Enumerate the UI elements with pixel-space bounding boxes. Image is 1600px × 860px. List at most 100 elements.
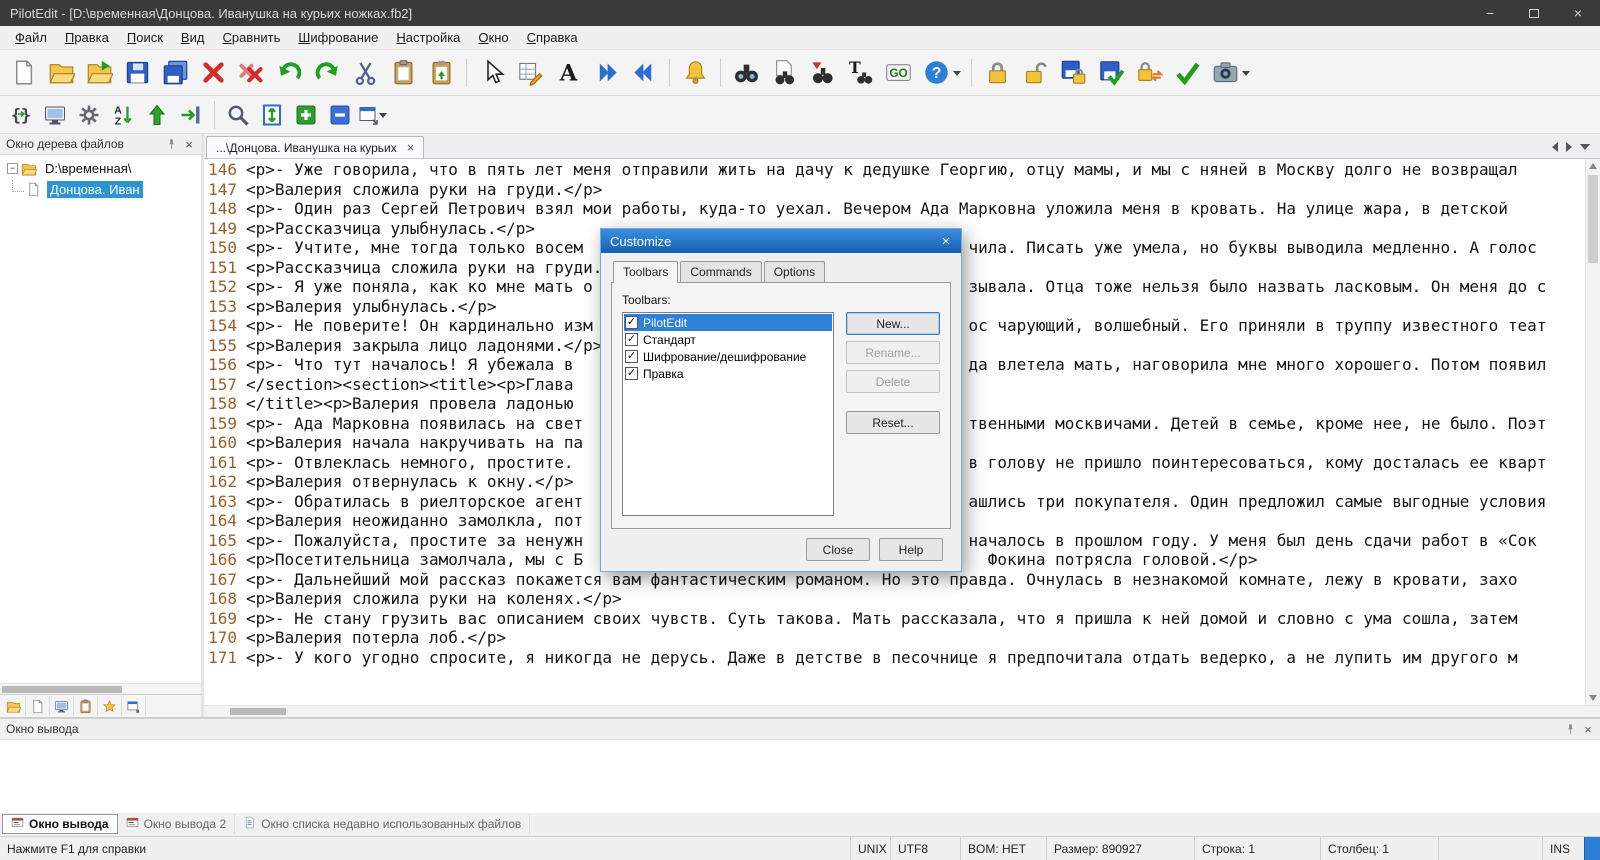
- format-text-button[interactable]: {}: [4, 100, 38, 130]
- toolbar-list-item[interactable]: ✓ Правка: [624, 365, 832, 382]
- tab-close-icon[interactable]: ×: [407, 140, 415, 155]
- editor-line[interactable]: 147 <p>Валерия сложила руки на груди.</p>: [204, 180, 1585, 200]
- close-panel-icon[interactable]: ×: [1579, 721, 1597, 737]
- editor-line[interactable]: 167 <p>- Дальнейший мой рассказ покажется…: [204, 570, 1585, 590]
- toolbar-list-item[interactable]: ✓ Шифрование/дешифрование: [624, 348, 832, 365]
- encrypt-file-button[interactable]: [978, 54, 1016, 92]
- tree-root-folder[interactable]: − D:\временная\: [4, 158, 201, 179]
- find-button[interactable]: [727, 54, 765, 92]
- close-window-button[interactable]: ×: [1556, 0, 1600, 26]
- menu-help[interactable]: Справка: [518, 27, 587, 48]
- copy-button[interactable]: [384, 54, 422, 92]
- file-monitor-button[interactable]: [38, 100, 72, 130]
- output-tab-1[interactable]: Окно вывода: [2, 814, 118, 834]
- dialog-help-button[interactable]: Help: [879, 538, 943, 561]
- dialog-close-button[interactable]: Close: [806, 538, 870, 561]
- undo-button[interactable]: [270, 54, 308, 92]
- scrollbar-thumb[interactable]: [1588, 175, 1598, 263]
- dialog-tab-toolbars[interactable]: Toolbars: [613, 261, 679, 283]
- scroll-down-icon[interactable]: [1589, 695, 1597, 701]
- new-file-button[interactable]: [4, 54, 42, 92]
- menu-compare[interactable]: Сравнить: [213, 27, 289, 48]
- tab-list-dropdown-icon[interactable]: [1580, 144, 1590, 150]
- minimize-button[interactable]: −: [1468, 0, 1512, 26]
- tree-tab-clip[interactable]: [74, 696, 98, 716]
- checkbox-icon[interactable]: ✓: [625, 333, 638, 346]
- settings-button[interactable]: [72, 100, 106, 130]
- save-all-button[interactable]: [156, 54, 194, 92]
- goto-button[interactable]: GO: [879, 54, 917, 92]
- editor-line[interactable]: 169 <p>- Не стану грузить вас описанием с…: [204, 609, 1585, 629]
- cut-button[interactable]: [346, 54, 384, 92]
- window-layout-button[interactable]: [357, 100, 391, 130]
- scroll-up-icon[interactable]: [1589, 163, 1597, 169]
- fit-window-button[interactable]: [255, 100, 289, 130]
- toolbar-list-item[interactable]: ✓ PilotEdit: [624, 314, 832, 331]
- vertical-scrollbar[interactable]: [1585, 159, 1600, 705]
- tree-tab-favorites[interactable]: [98, 696, 122, 716]
- font-button[interactable]: A: [549, 54, 587, 92]
- editor-line[interactable]: 170 <p>Валерия потерла лоб.</p>: [204, 628, 1585, 648]
- tree-tab-ftp[interactable]: [50, 696, 74, 716]
- menu-settings[interactable]: Настройка: [387, 27, 469, 48]
- find-in-files-button[interactable]: [765, 54, 803, 92]
- menu-search[interactable]: Поиск: [118, 27, 172, 48]
- previous-position-button[interactable]: [625, 54, 663, 92]
- column-mode-button[interactable]: [511, 54, 549, 92]
- tree-tab-windows[interactable]: [122, 696, 146, 716]
- open-remote-button[interactable]: [80, 54, 118, 92]
- checkbox-icon[interactable]: ✓: [625, 316, 638, 329]
- expand-all-button[interactable]: [289, 100, 323, 130]
- toolbar-list-item[interactable]: ✓ Стандарт: [624, 331, 832, 348]
- scroll-top-button[interactable]: [140, 100, 174, 130]
- scrollbar-thumb[interactable]: [230, 708, 286, 715]
- close-all-button[interactable]: [232, 54, 270, 92]
- encrypted-transfer-button[interactable]: [1130, 54, 1168, 92]
- dropdown-arrow-icon[interactable]: [379, 112, 387, 118]
- menu-file[interactable]: Файл: [6, 27, 56, 48]
- help-button[interactable]: ?: [917, 54, 965, 92]
- close-panel-icon[interactable]: ×: [180, 136, 198, 152]
- menu-encryption[interactable]: Шифрование: [289, 27, 387, 48]
- maximize-button[interactable]: [1512, 0, 1556, 26]
- save-button[interactable]: [118, 54, 156, 92]
- select-mode-button[interactable]: [473, 54, 511, 92]
- dialog-tab-options[interactable]: Options: [763, 261, 826, 282]
- tree-horizontal-scrollbar[interactable]: [0, 683, 201, 694]
- close-file-button[interactable]: [194, 54, 232, 92]
- open-file-button[interactable]: [42, 54, 80, 92]
- output-tab-2[interactable]: Окно вывода 2: [118, 814, 236, 834]
- next-position-button[interactable]: [587, 54, 625, 92]
- find-next-button[interactable]: [803, 54, 841, 92]
- editor-line[interactable]: 148 <p>- Один раз Сергей Петрович взял мо…: [204, 199, 1585, 219]
- collapse-icon[interactable]: −: [7, 163, 18, 174]
- dropdown-arrow-icon[interactable]: [1242, 70, 1250, 76]
- goto-line-button[interactable]: [174, 100, 208, 130]
- menu-window[interactable]: Окно: [469, 27, 517, 48]
- reset-toolbar-button[interactable]: Reset...: [846, 411, 940, 434]
- checkbox-icon[interactable]: ✓: [625, 367, 638, 380]
- menu-edit[interactable]: Правка: [56, 27, 118, 48]
- dropdown-arrow-icon[interactable]: [953, 70, 961, 76]
- save-encrypted-button[interactable]: [1054, 54, 1092, 92]
- new-toolbar-button[interactable]: New...: [846, 312, 940, 335]
- menu-view[interactable]: Вид: [172, 27, 214, 48]
- editor-line[interactable]: 146 <p>- Уже говорила, что в пять лет мен…: [204, 160, 1585, 180]
- save-decrypted-button[interactable]: [1092, 54, 1130, 92]
- document-tab[interactable]: ...\Донцова. Иванушка на курьих ×: [206, 136, 425, 158]
- replace-button[interactable]: T: [841, 54, 879, 92]
- scrollbar-thumb[interactable]: [2, 686, 122, 693]
- reminder-button[interactable]: [676, 54, 714, 92]
- collapse-all-button[interactable]: [323, 100, 357, 130]
- snapshot-button[interactable]: [1206, 54, 1254, 92]
- dialog-tab-commands[interactable]: Commands: [680, 261, 762, 282]
- editor-line[interactable]: 171 <p>- У кого угодно спросите, я никогд…: [204, 648, 1585, 668]
- horizontal-scrollbar[interactable]: [204, 705, 1600, 717]
- pin-icon[interactable]: [162, 136, 180, 152]
- editor-line[interactable]: 168 <p>Валерия сложила руки на коленях.</…: [204, 589, 1585, 609]
- find-pair-button[interactable]: [221, 100, 255, 130]
- scroll-tabs-left-icon[interactable]: [1552, 142, 1558, 152]
- decrypt-file-button[interactable]: [1016, 54, 1054, 92]
- output-tab-recent[interactable]: Окно списка недавно использованных файло…: [235, 814, 531, 834]
- paste-button[interactable]: [422, 54, 460, 92]
